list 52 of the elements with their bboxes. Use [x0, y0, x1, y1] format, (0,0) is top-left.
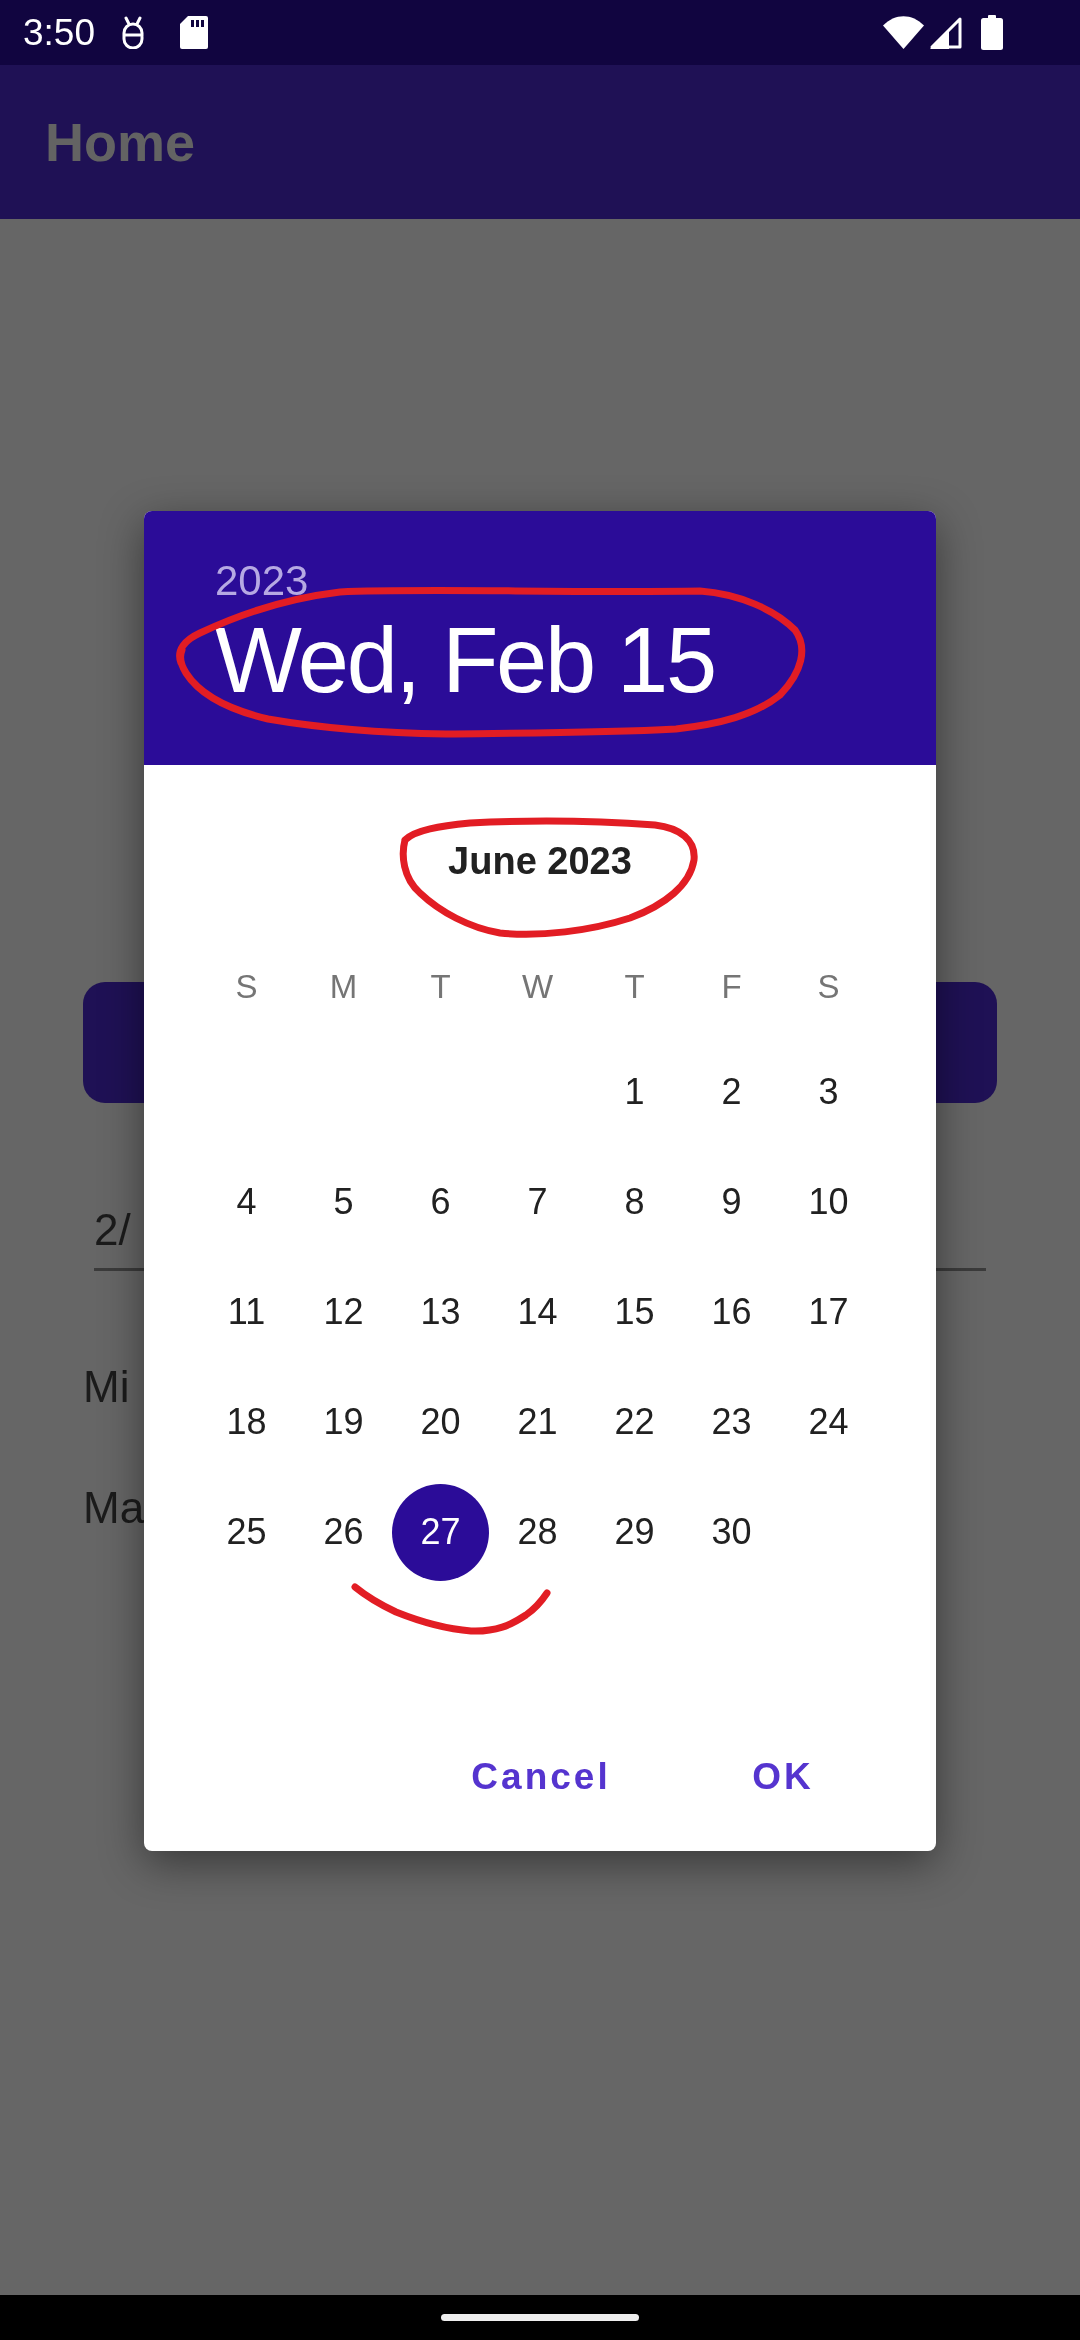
day-button[interactable]: 16 — [683, 1263, 780, 1361]
cell-signal-icon — [928, 16, 962, 49]
day-button[interactable]: 21 — [489, 1373, 586, 1471]
robot-head-icon — [120, 16, 146, 49]
home-indicator[interactable] — [441, 2314, 639, 2321]
day-button[interactable]: 22 — [586, 1373, 683, 1471]
day-button[interactable]: 7 — [489, 1153, 586, 1251]
status-time: 3:50 — [23, 14, 95, 51]
day-button[interactable]: 10 — [780, 1153, 877, 1251]
day-button[interactable]: 25 — [198, 1483, 295, 1581]
day-button[interactable]: 24 — [780, 1373, 877, 1471]
day-button[interactable]: 12 — [295, 1263, 392, 1361]
day-button[interactable]: 4 — [198, 1153, 295, 1251]
battery-icon — [981, 15, 1003, 50]
day-button[interactable]: 6 — [392, 1153, 489, 1251]
weekday-label: S — [234, 967, 259, 1007]
day-button[interactable]: 26 — [295, 1483, 392, 1581]
header-date: Wed, Feb 15 — [215, 614, 715, 706]
header-year: 2023 — [215, 560, 309, 602]
app-bar-title: Home — [45, 115, 196, 169]
day-button[interactable]: 9 — [683, 1153, 780, 1251]
dialog-button[interactable]: Cancel — [457, 1734, 625, 1818]
wifi-icon — [883, 16, 924, 49]
form-label: Ma — [83, 1482, 145, 1534]
weekday-label: T — [623, 967, 646, 1007]
day-button[interactable]: 5 — [295, 1153, 392, 1251]
form-label: Mi — [83, 1361, 130, 1413]
day-button[interactable]: 19 — [295, 1373, 392, 1471]
day-button[interactable]: 28 — [489, 1483, 586, 1581]
weekday-label: W — [520, 967, 555, 1007]
weekday-label: T — [429, 967, 452, 1007]
sd-card-icon — [180, 16, 208, 49]
day-button[interactable]: 1 — [586, 1043, 683, 1141]
weekday-label: F — [720, 967, 743, 1007]
day-button[interactable]: 15 — [586, 1263, 683, 1361]
weekday-label: M — [328, 967, 359, 1007]
day-button[interactable]: 11 — [198, 1263, 295, 1361]
day-button[interactable]: 23 — [683, 1373, 780, 1471]
day-button[interactable]: 3 — [780, 1043, 877, 1141]
day-button[interactable]: 30 — [683, 1483, 780, 1581]
day-button[interactable]: 8 — [586, 1153, 683, 1251]
day-button[interactable]: 20 — [392, 1373, 489, 1471]
day-button[interactable]: 13 — [392, 1263, 489, 1361]
day-button[interactable]: 14 — [489, 1263, 586, 1361]
day-button[interactable]: 18 — [198, 1373, 295, 1471]
weekday-label: S — [816, 967, 841, 1007]
day-button[interactable]: 17 — [780, 1263, 877, 1361]
day-button[interactable]: 27 — [392, 1483, 489, 1581]
day-button[interactable]: 29 — [586, 1483, 683, 1581]
month-title: June 2023 — [448, 842, 632, 880]
dialog-button[interactable]: OK — [699, 1734, 867, 1818]
day-button[interactable]: 2 — [683, 1043, 780, 1141]
